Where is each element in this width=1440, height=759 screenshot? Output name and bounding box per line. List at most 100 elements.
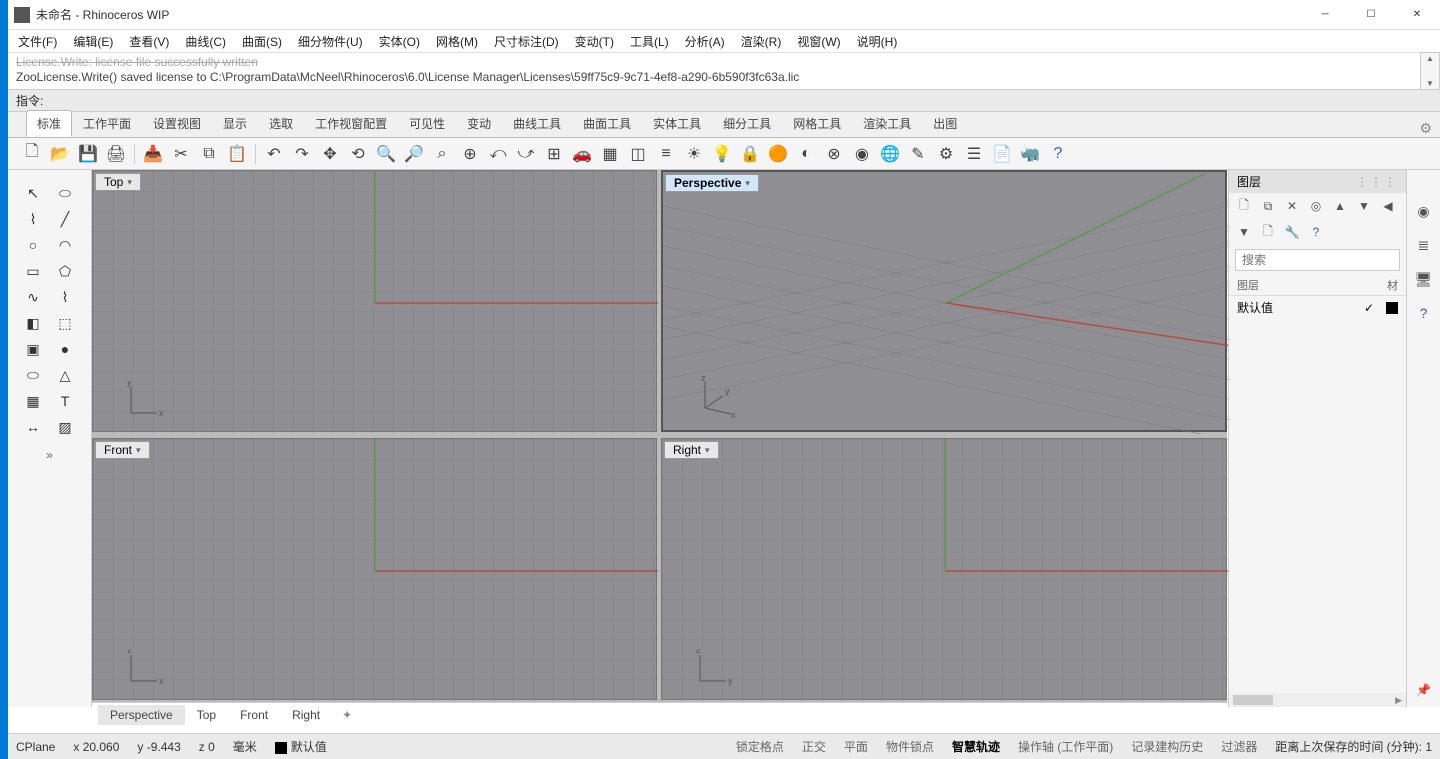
scroll-thumb[interactable] [1233,695,1273,705]
tab-visibility[interactable]: 可见性 [398,110,456,137]
ghosted-icon[interactable]: ◉ [850,142,874,166]
named-view-icon[interactable]: 🚗 [570,142,594,166]
tab-standard[interactable]: 标准 [26,110,72,137]
pointer-icon[interactable]: ↖ [20,182,46,204]
menu-tools[interactable]: 工具(L) [626,31,673,52]
print-icon[interactable]: 🖨 [104,142,128,166]
curve-icon[interactable]: ∿ [20,286,46,308]
menu-panels[interactable]: 视窗(W) [793,31,844,52]
four-viewports-icon[interactable]: ⊞ [542,142,566,166]
command-line[interactable]: 指令: [8,90,1440,112]
close-button[interactable]: ✕ [1394,0,1440,29]
scroll-up-icon[interactable]: ▲ [1426,54,1434,63]
rectangle-icon[interactable]: ▭ [20,260,46,282]
hide-icon[interactable]: 🔒 [738,142,762,166]
add-viewport-tab-icon[interactable]: ✦ [332,705,362,725]
scroll-down-icon[interactable]: ▼ [1426,79,1434,88]
vptab-front[interactable]: Front [228,705,280,725]
properties-tab-icon[interactable]: ◉ [1413,200,1435,222]
tab-curvetools[interactable]: 曲线工具 [502,110,572,137]
copy-icon[interactable]: ⧉ [197,142,221,166]
layer-current-icon[interactable]: ✓ [1364,301,1374,315]
dimension-icon[interactable]: ↔ [20,416,46,438]
layer-settings-icon[interactable]: 🔧 [1283,223,1301,241]
set-cplane-icon[interactable]: ◫ [626,142,650,166]
tab-solidtools[interactable]: 实体工具 [642,110,712,137]
viewport-front[interactable]: Front▾ zx [92,438,657,700]
scroll-right-icon[interactable]: ▶ [1395,695,1402,706]
turn-on-points-icon[interactable]: ☀ [682,142,706,166]
menu-view[interactable]: 查看(V) [125,31,173,52]
zoom-extents-icon[interactable]: 🔎 [402,142,426,166]
viewport-label-front[interactable]: Front▾ [95,441,150,459]
viewport-perspective[interactable]: Perspective▾ zyx [661,170,1227,432]
menu-surface[interactable]: 曲面(S) [238,31,286,52]
help-doc-icon[interactable]: 📄 [990,142,1014,166]
toggle-smarttrack[interactable]: 智慧轨迹 [952,738,1000,755]
delete-layer-icon[interactable]: ✕ [1283,197,1301,215]
undo-view-icon[interactable]: ⤺ [486,142,510,166]
expand-toolbar-icon[interactable]: » [8,448,91,462]
cut-icon[interactable]: ✂ [169,142,193,166]
paste-icon[interactable]: 📋 [225,142,249,166]
extrude-icon[interactable]: ⬚ [52,312,78,334]
tab-display[interactable]: 显示 [212,110,258,137]
chevron-down-icon[interactable]: ▾ [136,445,141,456]
undo-icon[interactable]: ↶ [262,142,286,166]
panel-grip-icon[interactable]: ⋮⋮⋮ [1356,175,1398,189]
open-icon[interactable]: 📂 [48,142,72,166]
layer-row[interactable]: 默认值 ✓ [1229,296,1406,319]
shade-icon[interactable]: ◐ [794,142,818,166]
toggle-gumball[interactable]: 操作轴 (工作平面) [1018,738,1113,755]
tab-setview[interactable]: 设置视图 [142,110,212,137]
vptab-perspective[interactable]: Perspective [98,705,185,725]
vptab-right[interactable]: Right [280,705,332,725]
menu-mesh[interactable]: 网格(M) [432,31,482,52]
help-icon[interactable]: ? [1046,142,1070,166]
layers-tab-icon[interactable]: ≣ [1413,234,1435,256]
display-tab-icon[interactable]: 🖥 [1413,268,1435,290]
mesh-icon[interactable]: ▦ [20,390,46,412]
circle-icon[interactable]: ○ [20,234,46,256]
viewport-right[interactable]: Right▾ zy [661,438,1227,700]
menu-dimension[interactable]: 尺寸标注(D) [490,31,563,52]
tab-surfacetools[interactable]: 曲面工具 [572,110,642,137]
tab-meshtools[interactable]: 网格工具 [782,110,852,137]
viewport-top[interactable]: Top▾ yx [92,170,657,432]
cylinder-icon[interactable]: ⬭ [20,364,46,386]
toggle-history[interactable]: 记录建构历史 [1131,738,1203,755]
menu-analyze[interactable]: 分析(A) [681,31,729,52]
history-scrollbar[interactable]: ▲ ▼ [1420,52,1440,90]
interp-curve-icon[interactable]: ⌇ [52,286,78,308]
menu-curve[interactable]: 曲线(C) [181,31,230,52]
status-unit[interactable]: 毫米 [233,738,257,755]
maximize-button[interactable]: ☐ [1348,0,1394,29]
rhino-icon[interactable]: 🦏 [1018,142,1042,166]
arc-icon[interactable]: ◠ [52,234,78,256]
tabstrip-options-icon[interactable]: ⚙ [1419,120,1432,137]
menu-file[interactable]: 文件(F) [14,31,61,52]
options-icon[interactable]: ⚙ [934,142,958,166]
viewport-label-top[interactable]: Top▾ [95,173,141,191]
text-icon[interactable]: T [52,390,78,412]
spotlight-icon[interactable]: 💡 [710,142,734,166]
help-tab-icon[interactable]: ? [1413,302,1435,324]
status-cplane[interactable]: CPlane [16,740,55,754]
edit-icon[interactable]: ✎ [906,142,930,166]
properties-icon[interactable]: ☰ [962,142,986,166]
wireframe-icon[interactable]: ⊗ [822,142,846,166]
import-icon[interactable]: 📥 [141,142,165,166]
new-layer-icon[interactable]: 🗋 [1235,197,1253,215]
zoom-selected-icon[interactable]: ⊕ [458,142,482,166]
layer-color-swatch[interactable] [1386,302,1398,314]
tab-cplane[interactable]: 工作平面 [72,110,142,137]
polygon-icon[interactable]: ⬠ [52,260,78,282]
sphere-icon[interactable]: ● [52,338,78,360]
menu-subd[interactable]: 细分物件(U) [294,31,367,52]
status-layer[interactable]: 默认值 [275,738,327,755]
tab-transform[interactable]: 变动 [456,110,502,137]
move-icon[interactable]: ✥ [318,142,342,166]
layer-tools-icon[interactable]: ◀ [1379,197,1397,215]
menu-transform[interactable]: 变动(T) [571,31,618,52]
redo-icon[interactable]: ↷ [290,142,314,166]
